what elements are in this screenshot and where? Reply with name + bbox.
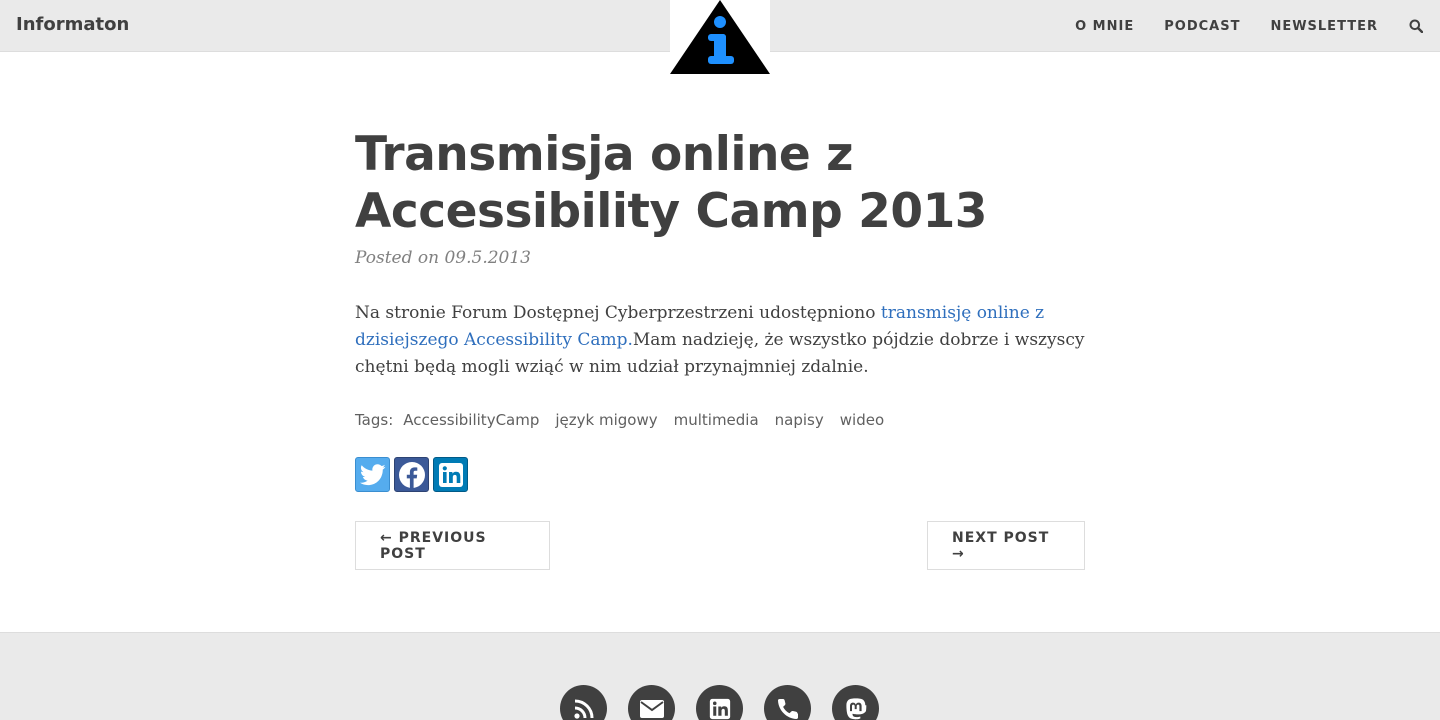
tag-link[interactable]: wideo xyxy=(840,411,884,429)
share-buttons xyxy=(355,457,1085,492)
nav-link-newsletter[interactable]: NEWSLETTER xyxy=(1270,19,1378,34)
post-content: Transmisja online z Accessibility Camp 2… xyxy=(355,126,1085,570)
nav-link-podcast[interactable]: PODCAST xyxy=(1164,19,1240,34)
phone-icon[interactable] xyxy=(764,685,811,720)
search-icon[interactable] xyxy=(1408,18,1424,34)
tag-link[interactable]: język migowy xyxy=(555,411,657,429)
linkedin-icon[interactable] xyxy=(696,685,743,720)
post-body: Na stronie Forum Dostępnej Cyberprzestrz… xyxy=(355,300,1085,381)
footer xyxy=(0,632,1440,720)
post-title: Transmisja online z Accessibility Camp 2… xyxy=(355,127,987,239)
tag-link[interactable]: napisy xyxy=(775,411,824,429)
post-date: Posted on 09.5.2013 xyxy=(355,248,531,268)
mastodon-icon[interactable] xyxy=(832,685,879,720)
twitter-share-button[interactable] xyxy=(355,457,390,492)
tags-label: Tags: xyxy=(355,411,394,429)
nav-link-o-mnie[interactable]: O MNIE xyxy=(1075,19,1134,34)
tag-link[interactable]: multimedia xyxy=(674,411,759,429)
email-icon[interactable] xyxy=(628,685,675,720)
next-post-button[interactable]: NEXT POST → xyxy=(927,521,1085,570)
nav-links: O MNIE PODCAST NEWSLETTER xyxy=(1045,0,1424,52)
brand-link[interactable]: Informaton xyxy=(16,14,129,35)
tags-list: Tags: AccessibilityCamp język migowy mul… xyxy=(355,411,1085,429)
linkedin-icon xyxy=(438,462,463,487)
facebook-icon xyxy=(398,461,425,488)
footer-social-links xyxy=(560,685,879,720)
rss-icon[interactable] xyxy=(560,685,607,720)
previous-post-button[interactable]: ← PREVIOUS POST xyxy=(355,521,550,570)
post-body-text: Na stronie Forum Dostępnej Cyberprzestrz… xyxy=(355,303,881,323)
facebook-share-button[interactable] xyxy=(394,457,429,492)
info-triangle-logo xyxy=(670,0,770,74)
post-pager: ← PREVIOUS POST NEXT POST → xyxy=(355,521,1085,570)
twitter-icon xyxy=(359,463,386,485)
linkedin-share-button[interactable] xyxy=(433,457,468,492)
site-logo[interactable] xyxy=(670,0,770,76)
tag-link[interactable]: AccessibilityCamp xyxy=(403,411,539,429)
